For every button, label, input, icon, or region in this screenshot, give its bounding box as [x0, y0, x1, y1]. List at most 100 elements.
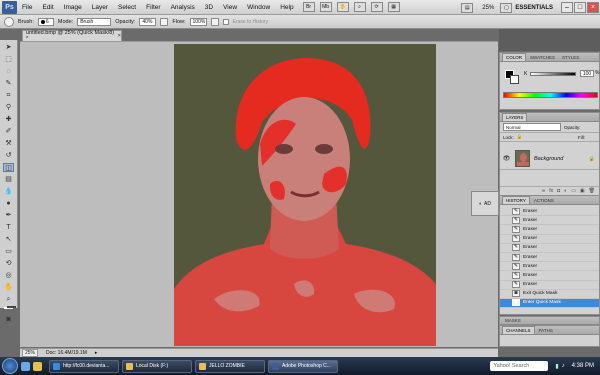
menu-filter[interactable]: Filter: [141, 4, 165, 11]
yahoo-search-input[interactable]: Yahoo! Search: [490, 361, 549, 371]
hand-view-icon[interactable]: ✋: [336, 2, 349, 12]
type-tool-icon[interactable]: T: [3, 223, 14, 232]
eye-icon[interactable]: 👁: [502, 155, 511, 162]
start-button[interactable]: [2, 358, 18, 374]
screen-mode-icon[interactable]: ▢: [500, 2, 513, 13]
3d-rotate-tool-icon[interactable]: ⟲: [3, 259, 14, 268]
quick-mask-mode-icon[interactable]: ◙: [3, 315, 14, 324]
document-canvas-image[interactable]: [174, 44, 436, 346]
mode-dropdown[interactable]: Brush: [77, 17, 112, 26]
quick-selection-tool-icon[interactable]: ✎: [3, 79, 14, 88]
show-desktop-icon[interactable]: [21, 361, 30, 371]
3d-orbit-tool-icon[interactable]: ◎: [3, 271, 14, 280]
photoshop-logo[interactable]: Ps: [2, 0, 17, 14]
menu-analysis[interactable]: Analysis: [166, 4, 200, 11]
network-icon[interactable]: ▮: [555, 363, 558, 370]
tab-color[interactable]: COLOR: [502, 53, 527, 61]
history-item[interactable]: ◙ Exit Quick Mask: [500, 290, 599, 299]
airbrush-icon[interactable]: [210, 17, 219, 26]
pen-tool-icon[interactable]: ✒: [3, 211, 14, 220]
taskbar-button[interactable]: Local Disk (F:): [122, 359, 192, 373]
status-menu-arrow-icon[interactable]: ▸: [95, 350, 98, 356]
adjustments-panel-collapsed[interactable]: ◐ AD: [471, 191, 499, 216]
k-channel-slider[interactable]: [530, 72, 576, 76]
brush-picker[interactable]: 6: [37, 17, 54, 26]
menu-layer[interactable]: Layer: [87, 4, 113, 11]
mini-bridge-icon[interactable]: Mb: [319, 2, 332, 12]
brush-tool-icon[interactable]: ✐: [3, 127, 14, 136]
history-item[interactable]: ✎ Eraser: [500, 207, 599, 217]
close-icon[interactable]: ×: [587, 2, 599, 13]
new-group-icon[interactable]: ▭: [571, 188, 576, 194]
blend-mode-dropdown[interactable]: Normal: [503, 123, 561, 131]
volume-icon[interactable]: ♪: [562, 363, 565, 369]
lock-icon[interactable]: 🔒: [517, 134, 523, 140]
tab-channels[interactable]: CHANNELS: [502, 326, 535, 334]
tab-layers[interactable]: LAYERS: [502, 113, 528, 121]
flow-field[interactable]: 100%: [189, 17, 207, 26]
history-item[interactable]: ✎ Eraser: [500, 235, 599, 244]
menu-select[interactable]: Select: [113, 4, 141, 11]
tablet-pressure-opacity-icon[interactable]: [160, 17, 169, 26]
opacity-field[interactable]: 40%: [139, 17, 157, 26]
status-zoom-field[interactable]: 25%: [22, 349, 39, 357]
tab-actions[interactable]: ACTIONS: [531, 197, 557, 204]
tab-paths[interactable]: PATHS: [536, 327, 556, 334]
menu-file[interactable]: File: [17, 4, 37, 11]
background-color-swatch[interactable]: [7, 306, 16, 308]
maximize-icon[interactable]: □: [574, 2, 586, 13]
clock[interactable]: 4:38 PM: [572, 363, 594, 369]
tab-history[interactable]: HISTORY: [502, 196, 530, 204]
menu-help[interactable]: Help: [275, 4, 298, 11]
menu-edit[interactable]: Edit: [37, 4, 58, 11]
erase-to-history-checkbox[interactable]: [222, 18, 229, 25]
arrange-documents-icon[interactable]: ▤: [461, 2, 474, 13]
menu-3d[interactable]: 3D: [200, 4, 218, 11]
document-tab[interactable]: untitled.bmp @ 25% (Quick Mask/8) * ×: [22, 30, 122, 42]
zoom-tool-icon[interactable]: ⌕: [3, 295, 14, 304]
history-brush-tool-icon[interactable]: ↺: [3, 151, 14, 160]
rotate-view-icon[interactable]: ⟳: [370, 2, 383, 12]
eraser-tool-preset-icon[interactable]: [4, 16, 14, 27]
history-item[interactable]: ✎ Eraser: [500, 271, 599, 281]
layer-mask-icon[interactable]: ◘: [557, 188, 560, 194]
move-tool-icon[interactable]: ➤: [3, 43, 14, 52]
eraser-tool-icon[interactable]: ◫: [3, 163, 14, 172]
minimize-icon[interactable]: –: [561, 2, 573, 13]
tab-styles[interactable]: STYLES: [559, 54, 582, 61]
clone-stamp-tool-icon[interactable]: ⚒: [3, 139, 14, 148]
color-background-swatch[interactable]: [510, 75, 519, 84]
explorer-quicklaunch-icon[interactable]: [33, 361, 42, 371]
link-layers-icon[interactable]: ∞: [542, 188, 546, 194]
grid-view-icon[interactable]: ▦: [387, 2, 400, 12]
tab-masks[interactable]: MASKS: [502, 317, 524, 324]
new-layer-icon[interactable]: ▣: [580, 188, 585, 194]
zoom-level-dropdown[interactable]: 25%: [482, 5, 494, 11]
crop-tool-icon[interactable]: ⌗: [3, 91, 14, 100]
dodge-tool-icon[interactable]: ●: [3, 199, 14, 208]
history-item[interactable]: ✎ Eraser: [500, 244, 599, 253]
blur-tool-icon[interactable]: 💧: [3, 187, 14, 196]
shape-tool-icon[interactable]: ▭: [3, 247, 14, 256]
tab-swatches[interactable]: SWATCHES: [527, 54, 558, 61]
history-item[interactable]: ✎ Eraser: [500, 281, 599, 290]
marquee-tool-icon[interactable]: ⬚: [3, 55, 14, 64]
menu-image[interactable]: Image: [59, 4, 87, 11]
hand-tool-icon[interactable]: ✋: [3, 283, 14, 292]
history-item[interactable]: ✎ Eraser: [500, 253, 599, 263]
bridge-icon[interactable]: Br: [302, 2, 315, 12]
history-item[interactable]: ✎ Eraser: [500, 216, 599, 226]
delete-layer-icon[interactable]: 🗑: [589, 188, 595, 194]
taskbar-button[interactable]: Adobe Photoshop C...: [268, 359, 338, 373]
k-channel-field[interactable]: 100: [580, 70, 594, 77]
layer-row-background[interactable]: 👁 Background 🔒: [500, 148, 599, 170]
path-selection-tool-icon[interactable]: ↖: [3, 235, 14, 244]
menu-view[interactable]: View: [218, 4, 242, 11]
eyedropper-tool-icon[interactable]: ⚲: [3, 103, 14, 112]
taskbar-button[interactable]: JELLO ZOMBIE: [195, 359, 265, 373]
color-spectrum-ramp[interactable]: [503, 92, 598, 98]
close-document-icon[interactable]: ×: [118, 33, 121, 39]
taskbar-button[interactable]: http://fc00.devianta...: [49, 359, 119, 373]
healing-brush-tool-icon[interactable]: ✚: [3, 115, 14, 124]
gradient-tool-icon[interactable]: ▤: [3, 175, 14, 184]
